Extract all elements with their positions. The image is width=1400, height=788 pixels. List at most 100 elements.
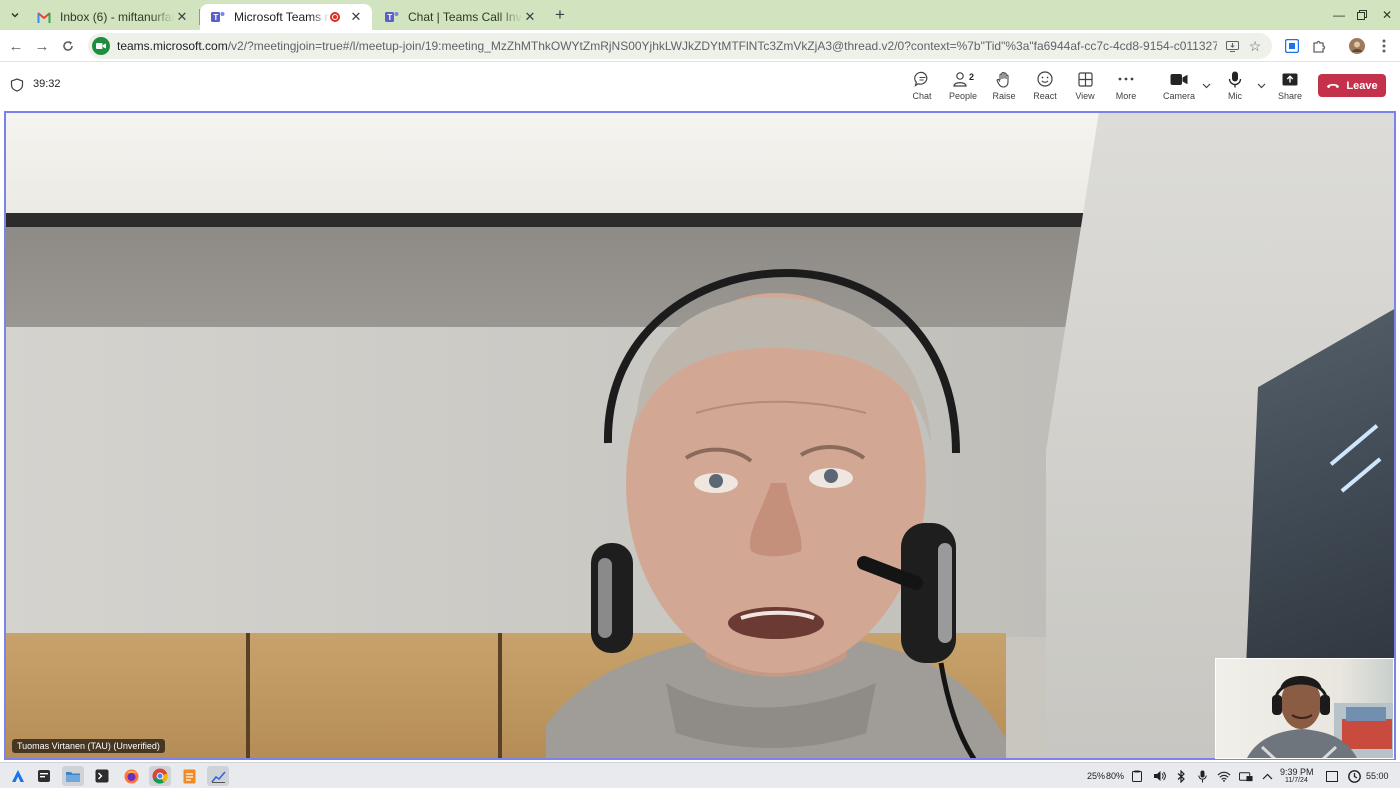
meeting-timer: 39:32 xyxy=(33,78,61,90)
more-label: More xyxy=(1115,91,1137,101)
minimize-window-icon[interactable]: — xyxy=(1327,4,1351,26)
bookmark-star-icon[interactable]: ☆ xyxy=(1246,37,1264,55)
raise-label: Raise xyxy=(992,91,1016,101)
notification-panel-icon[interactable] xyxy=(1325,769,1339,783)
microphone-icon xyxy=(1224,70,1246,88)
self-view-video-tile[interactable] xyxy=(1215,658,1394,759)
grid-view-icon xyxy=(1074,70,1096,88)
people-icon: 2 xyxy=(952,70,974,88)
camera-in-use-icon[interactable] xyxy=(92,37,110,55)
close-window-icon[interactable]: ✕ xyxy=(1375,4,1399,26)
recording-indicator-icon xyxy=(330,12,340,22)
browser-tab-strip: Inbox (6) - miftanurfarid@ie ✕ T Microso… xyxy=(0,0,1400,30)
people-button[interactable]: 2 People xyxy=(941,70,985,104)
install-app-icon[interactable] xyxy=(1223,37,1241,55)
tab-title: Chat | Teams Call Invitation xyxy=(408,10,522,24)
chat-bubble-icon xyxy=(911,70,933,88)
url-text: teams.microsoft.com/v2/?meetingjoin=true… xyxy=(117,39,1217,53)
react-label: React xyxy=(1033,91,1057,101)
self-view-figure xyxy=(1247,676,1393,758)
extensions-puzzle-icon[interactable] xyxy=(1308,35,1330,57)
back-arrow-icon[interactable]: ← xyxy=(5,35,27,57)
timer-counter: 55:00 xyxy=(1366,771,1389,781)
new-tab-plus-icon[interactable]: + xyxy=(550,5,570,25)
leave-label: Leave xyxy=(1346,79,1378,92)
video-camera-icon xyxy=(1168,70,1190,88)
share-button[interactable]: Share xyxy=(1268,70,1312,104)
clock-date[interactable]: 11/7/24 xyxy=(1285,777,1308,784)
cabinet-gap xyxy=(246,633,250,758)
forward-arrow-icon[interactable]: → xyxy=(31,35,53,57)
camera-label: Camera xyxy=(1162,91,1195,101)
url-host: teams.microsoft.com xyxy=(117,39,228,53)
raise-hand-button[interactable]: Raise xyxy=(982,70,1026,104)
raise-hand-icon xyxy=(993,70,1015,88)
launcher-icon[interactable] xyxy=(7,766,29,786)
network-status-icon[interactable] xyxy=(1239,769,1253,783)
battery-percent-a: 25% xyxy=(1087,771,1106,781)
chat-button[interactable]: Chat xyxy=(900,70,944,104)
view-button[interactable]: View xyxy=(1063,70,1107,104)
more-ellipsis-icon xyxy=(1115,70,1137,88)
main-video-tile: Tuomas Virtanen (TAU) (Unverified) xyxy=(4,111,1396,760)
restore-window-icon[interactable] xyxy=(1350,4,1374,26)
mic-options-chevron-icon[interactable] xyxy=(1255,80,1267,92)
more-button[interactable]: More xyxy=(1104,70,1148,104)
mic-label: Mic xyxy=(1228,91,1242,101)
share-screen-icon xyxy=(1279,70,1301,88)
tab-gmail-inbox[interactable]: Inbox (6) - miftanurfarid@ie ✕ xyxy=(26,4,198,30)
shield-icon xyxy=(10,78,24,92)
close-tab-icon[interactable]: ✕ xyxy=(174,9,190,25)
react-button[interactable]: React xyxy=(1023,70,1067,104)
terminal-icon[interactable] xyxy=(91,766,113,786)
smiley-face-icon xyxy=(1034,70,1056,88)
chart-app-icon[interactable] xyxy=(207,766,229,786)
share-label: Share xyxy=(1277,91,1303,101)
view-label: View xyxy=(1075,91,1095,101)
hang-up-phone-icon xyxy=(1327,84,1340,89)
tab-title: Microsoft Teams meeting xyxy=(234,10,330,24)
clock-time[interactable]: 9:39 PM xyxy=(1280,767,1314,777)
url-path: /v2/?meetingjoin=true#/l/meetup-join/19:… xyxy=(227,39,1217,53)
wifi-icon[interactable] xyxy=(1217,769,1231,783)
camera-options-chevron-icon[interactable] xyxy=(1200,80,1212,92)
leave-button[interactable]: Leave xyxy=(1318,74,1386,97)
participant-name-tag: Tuomas Virtanen (TAU) (Unverified) xyxy=(12,739,165,753)
volume-speaker-icon[interactable] xyxy=(1152,769,1166,783)
close-tab-icon[interactable]: ✕ xyxy=(348,9,364,25)
mic-button[interactable]: Mic xyxy=(1213,70,1257,104)
clipboard-icon[interactable] xyxy=(1130,769,1144,783)
tab-title: Inbox (6) - miftanurfarid@ie xyxy=(60,10,174,24)
os-taskbar: 25% 80% 9:39 PM 11/7/24 55:00 xyxy=(0,762,1400,788)
close-tab-icon[interactable]: ✕ xyxy=(522,9,538,25)
chrome-icon[interactable] xyxy=(149,766,171,786)
svg-text:T: T xyxy=(387,13,392,22)
address-bar[interactable]: teams.microsoft.com/v2/?meetingjoin=true… xyxy=(88,33,1272,59)
gmail-icon xyxy=(36,9,52,25)
file-manager-icon[interactable] xyxy=(62,766,84,786)
document-app-icon[interactable] xyxy=(178,766,200,786)
cabinet-gap xyxy=(498,633,502,758)
tab-teams-meeting[interactable]: T Microsoft Teams meeting ✕ xyxy=(200,4,372,30)
battery-percent-b: 80% xyxy=(1106,771,1125,781)
tab-teams-chat[interactable]: T Chat | Teams Call Invitation ✕ xyxy=(374,4,546,30)
app-store-icon[interactable] xyxy=(33,766,55,786)
bluetooth-icon[interactable] xyxy=(1174,769,1188,783)
timer-clock-icon[interactable] xyxy=(1347,769,1361,783)
firefox-icon[interactable] xyxy=(120,766,142,786)
browser-toolbar: ← → teams.microsoft.com/v2/?meetingjoin=… xyxy=(0,30,1400,62)
people-label: People xyxy=(948,91,978,101)
tray-expand-chevron-icon[interactable] xyxy=(1260,769,1274,783)
microphone-tray-icon[interactable] xyxy=(1195,769,1209,783)
browser-menu-kebab-icon[interactable] xyxy=(1373,35,1395,57)
teams-icon: T xyxy=(384,9,400,25)
extension-blue-icon[interactable] xyxy=(1281,35,1303,57)
participant-video-figure xyxy=(546,268,1006,758)
camera-button[interactable]: Camera xyxy=(1157,70,1201,104)
teams-icon: T xyxy=(210,9,226,25)
profile-avatar[interactable] xyxy=(1346,35,1368,57)
reload-icon[interactable] xyxy=(57,35,79,57)
tab-search-chevron-icon[interactable] xyxy=(5,5,25,25)
people-count: 2 xyxy=(969,72,975,82)
meeting-control-bar: 39:32 Chat 2 People Raise React View Mor… xyxy=(0,62,1400,108)
